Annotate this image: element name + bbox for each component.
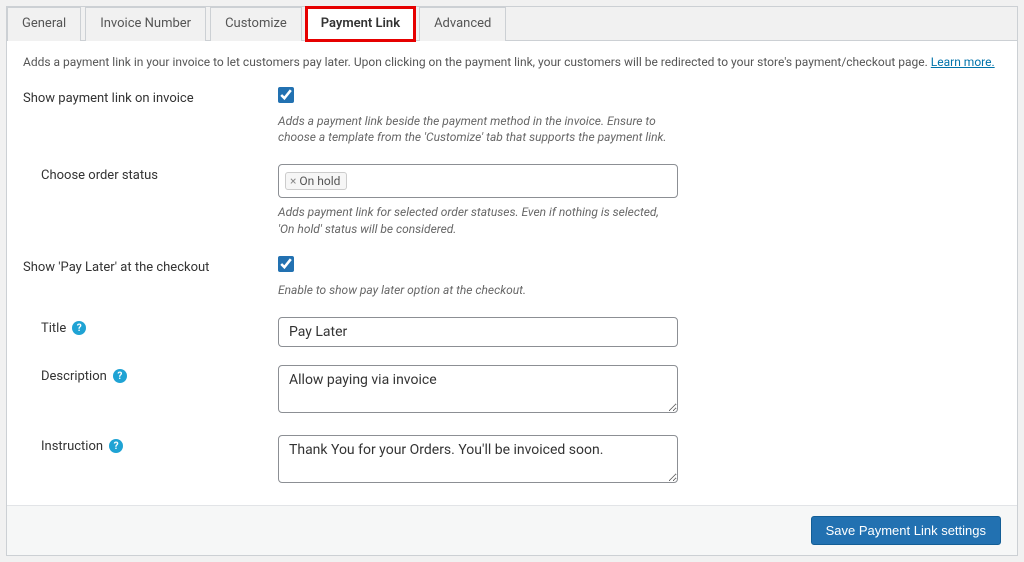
control-show-payment-link: Adds a payment link beside the payment m… — [278, 87, 678, 147]
row-title: Title ? — [23, 317, 1001, 347]
help-icon[interactable]: ? — [109, 439, 123, 453]
description-textarea[interactable] — [278, 365, 678, 413]
order-status-select[interactable]: × On hold — [278, 164, 678, 198]
label-show-payment-link: Show payment link on invoice — [23, 87, 278, 106]
label-title-text: Title — [41, 321, 66, 336]
order-status-tag-label: On hold — [299, 174, 340, 188]
row-show-pay-later: Show 'Pay Later' at the checkout Enable … — [23, 256, 1001, 299]
row-order-status: Choose order status × On hold Adds payme… — [23, 164, 1001, 238]
intro-text-content: Adds a payment link in your invoice to l… — [23, 55, 928, 69]
help-order-status: Adds payment link for selected order sta… — [278, 204, 678, 238]
label-order-status: Choose order status — [23, 164, 278, 183]
panel-footer: Save Payment Link settings — [7, 505, 1017, 555]
label-description: Description ? — [23, 365, 278, 384]
tab-invoice-number[interactable]: Invoice Number — [85, 7, 206, 41]
control-order-status: × On hold Adds payment link for selected… — [278, 164, 678, 238]
label-description-text: Description — [41, 369, 107, 384]
help-icon[interactable]: ? — [72, 321, 86, 335]
checkbox-show-payment-link[interactable] — [278, 87, 294, 103]
title-input[interactable] — [278, 317, 678, 347]
help-icon[interactable]: ? — [113, 369, 127, 383]
tab-customize[interactable]: Customize — [210, 7, 302, 41]
tab-general[interactable]: General — [7, 7, 81, 41]
instruction-textarea[interactable] — [278, 435, 678, 483]
row-description: Description ? — [23, 365, 1001, 417]
learn-more-link[interactable]: Learn more. — [931, 55, 995, 69]
control-show-pay-later: Enable to show pay later option at the c… — [278, 256, 678, 299]
label-instruction-text: Instruction — [41, 439, 103, 454]
panel-body: Adds a payment link in your invoice to l… — [7, 41, 1017, 487]
help-show-payment-link: Adds a payment link beside the payment m… — [278, 113, 678, 147]
tab-row: General Invoice Number Customize Payment… — [7, 7, 1017, 41]
control-instruction — [278, 435, 678, 487]
intro-text: Adds a payment link in your invoice to l… — [23, 55, 1001, 69]
save-button[interactable]: Save Payment Link settings — [811, 516, 1001, 545]
row-show-payment-link: Show payment link on invoice Adds a paym… — [23, 87, 1001, 147]
tab-payment-link[interactable]: Payment Link — [306, 7, 415, 41]
label-show-pay-later: Show 'Pay Later' at the checkout — [23, 256, 278, 275]
control-description — [278, 365, 678, 417]
label-instruction: Instruction ? — [23, 435, 278, 454]
label-title: Title ? — [23, 317, 278, 336]
checkbox-show-pay-later[interactable] — [278, 256, 294, 272]
tab-advanced[interactable]: Advanced — [419, 7, 506, 41]
row-instruction: Instruction ? — [23, 435, 1001, 487]
order-status-tag-onhold: × On hold — [285, 172, 347, 190]
help-show-pay-later: Enable to show pay later option at the c… — [278, 282, 678, 299]
control-title — [278, 317, 678, 347]
settings-panel: General Invoice Number Customize Payment… — [6, 6, 1018, 556]
remove-tag-icon[interactable]: × — [290, 175, 296, 187]
